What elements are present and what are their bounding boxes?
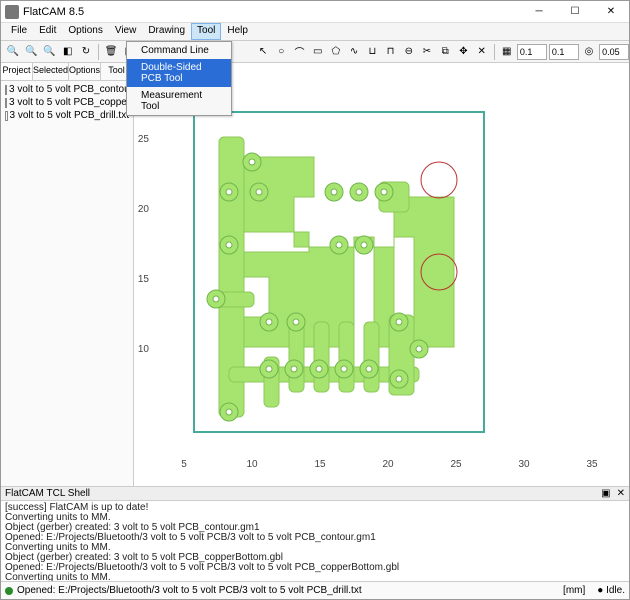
- xtick: 5: [181, 459, 187, 470]
- delete2-icon[interactable]: ✕: [474, 43, 490, 61]
- minimize-button[interactable]: ─: [525, 3, 553, 21]
- shell-header: FlatCAM TCL Shell ▣ ✕: [1, 487, 629, 501]
- menu-tool[interactable]: Tool: [191, 23, 221, 40]
- menu-help[interactable]: Help: [221, 23, 254, 40]
- tab-project[interactable]: Project: [1, 63, 33, 80]
- window-title: FlatCAM 8.5: [23, 6, 525, 18]
- tool-item-double-sided[interactable]: Double-Sided PCB Tool: [127, 59, 231, 87]
- plot-canvas[interactable]: 25 20 15 10 5 10 15 20 25 30 35: [134, 63, 629, 486]
- move-icon[interactable]: ✥: [455, 43, 471, 61]
- plot-svg: 25 20 15 10 5 10 15 20 25 30 35: [134, 63, 629, 486]
- ytick: 15: [138, 274, 150, 285]
- tool-item-measurement[interactable]: Measurement Tool: [127, 87, 231, 115]
- status-units: [mm]: [563, 585, 585, 596]
- tree-item-label: 3 volt to 5 volt PCB_drill.txt: [10, 110, 130, 121]
- checkbox-icon[interactable]: [5, 98, 7, 108]
- tree-row[interactable]: 3 volt to 5 volt PCB_copperBottom.gbl: [3, 96, 131, 109]
- menu-view[interactable]: View: [109, 23, 143, 40]
- ytick: 25: [138, 134, 150, 145]
- shell-title: FlatCAM TCL Shell: [5, 488, 90, 499]
- checkbox-icon[interactable]: [5, 85, 7, 95]
- draw-rect-icon[interactable]: ▭: [310, 43, 326, 61]
- tool-dropdown: Command Line Double-Sided PCB Tool Measu…: [126, 41, 232, 116]
- shell-line: Converting units to MM.: [5, 573, 625, 581]
- cut-icon[interactable]: ✂: [419, 43, 435, 61]
- xtick: 10: [246, 459, 258, 470]
- snap-icon[interactable]: ◎: [581, 43, 597, 61]
- main-area: Project Selected Options Tool 3 volt to …: [1, 63, 629, 486]
- clear-plot-icon[interactable]: ◧: [60, 43, 76, 61]
- tree-row[interactable]: 3 volt to 5 volt PCB_drill.txt: [3, 109, 131, 122]
- tab-selected[interactable]: Selected: [33, 63, 69, 80]
- shell-body[interactable]: [success] FlatCAM is up to date! Convert…: [1, 501, 629, 581]
- subtract-icon[interactable]: ⊖: [401, 43, 417, 61]
- xtick: 20: [382, 459, 394, 470]
- status-dot-icon: [5, 587, 13, 595]
- menu-file[interactable]: File: [5, 23, 33, 40]
- statusbar: Opened: E:/Projects/Bluetooth/3 volt to …: [1, 581, 629, 599]
- status-state: Idle.: [606, 585, 625, 596]
- tree-row[interactable]: 3 volt to 5 volt PCB_contour.gm1: [3, 83, 131, 96]
- sidebar-tabs: Project Selected Options Tool: [1, 63, 133, 81]
- tree-item-label: 3 volt to 5 volt PCB_copperBottom.gbl: [9, 97, 133, 108]
- replot-icon[interactable]: ↻: [78, 43, 94, 61]
- delete-icon[interactable]: 🗑: [103, 43, 119, 61]
- close-button[interactable]: ✕: [597, 3, 625, 21]
- menu-edit[interactable]: Edit: [33, 23, 62, 40]
- grid-x-input[interactable]: [517, 44, 547, 60]
- sidebar: Project Selected Options Tool 3 volt to …: [1, 63, 134, 486]
- copy-icon[interactable]: ⧉: [437, 43, 453, 61]
- shell-undock-icon[interactable]: ▣: [601, 488, 610, 499]
- tree-item-label: 3 volt to 5 volt PCB_contour.gm1: [9, 84, 133, 95]
- shell-close-icon[interactable]: ✕: [617, 488, 625, 499]
- mounting-hole: [421, 162, 457, 198]
- menu-drawing[interactable]: Drawing: [142, 23, 191, 40]
- draw-path-icon[interactable]: ∿: [346, 43, 362, 61]
- status-text: Opened: E:/Projects/Bluetooth/3 volt to …: [17, 585, 362, 596]
- draw-poly-icon[interactable]: ⬠: [328, 43, 344, 61]
- draw-circle-icon[interactable]: ○: [273, 43, 289, 61]
- checkbox-icon[interactable]: [5, 111, 8, 121]
- draw-arc-icon[interactable]: ⌒: [291, 43, 307, 61]
- xtick: 30: [518, 459, 530, 470]
- xtick: 35: [586, 459, 598, 470]
- app-window: FlatCAM 8.5 ─ ☐ ✕ File Edit Options View…: [0, 0, 630, 600]
- separator: [98, 44, 99, 60]
- zoom-in-icon[interactable]: 🔍: [41, 43, 57, 61]
- toolbar: 🔍 🔍 🔍 ◧ ↻ 🗑 ▤ ↖ ○ ⌒ ▭ ⬠ ∿ ⊔ ⊓ ⊖ ✂ ⧉ ✥ ✕ …: [1, 41, 629, 63]
- union-icon[interactable]: ⊔: [364, 43, 380, 61]
- zoom-out-icon[interactable]: 🔍: [23, 43, 39, 61]
- project-tree: 3 volt to 5 volt PCB_contour.gm1 3 volt …: [1, 81, 133, 486]
- select-icon[interactable]: ↖: [255, 43, 271, 61]
- menubar: File Edit Options View Drawing Tool Help: [1, 23, 629, 41]
- app-icon: [5, 5, 19, 19]
- maximize-button[interactable]: ☐: [561, 3, 589, 21]
- ytick: 10: [138, 344, 150, 355]
- separator: [494, 44, 495, 60]
- menu-options[interactable]: Options: [62, 23, 108, 40]
- window-controls: ─ ☐ ✕: [525, 3, 625, 21]
- copper-layer: [209, 137, 454, 417]
- xtick: 15: [314, 459, 326, 470]
- intersect-icon[interactable]: ⊓: [382, 43, 398, 61]
- tool-item-command-line[interactable]: Command Line: [127, 42, 231, 59]
- zoom-fit-icon[interactable]: 🔍: [5, 43, 21, 61]
- grid-icon[interactable]: ▦: [499, 43, 515, 61]
- tcl-shell: FlatCAM TCL Shell ▣ ✕ [success] FlatCAM …: [1, 486, 629, 581]
- grid-y-input[interactable]: [549, 44, 579, 60]
- titlebar: FlatCAM 8.5 ─ ☐ ✕: [1, 1, 629, 23]
- snap-input[interactable]: [599, 44, 629, 60]
- tab-options[interactable]: Options: [69, 63, 101, 80]
- ytick: 20: [138, 204, 150, 215]
- xtick: 25: [450, 459, 462, 470]
